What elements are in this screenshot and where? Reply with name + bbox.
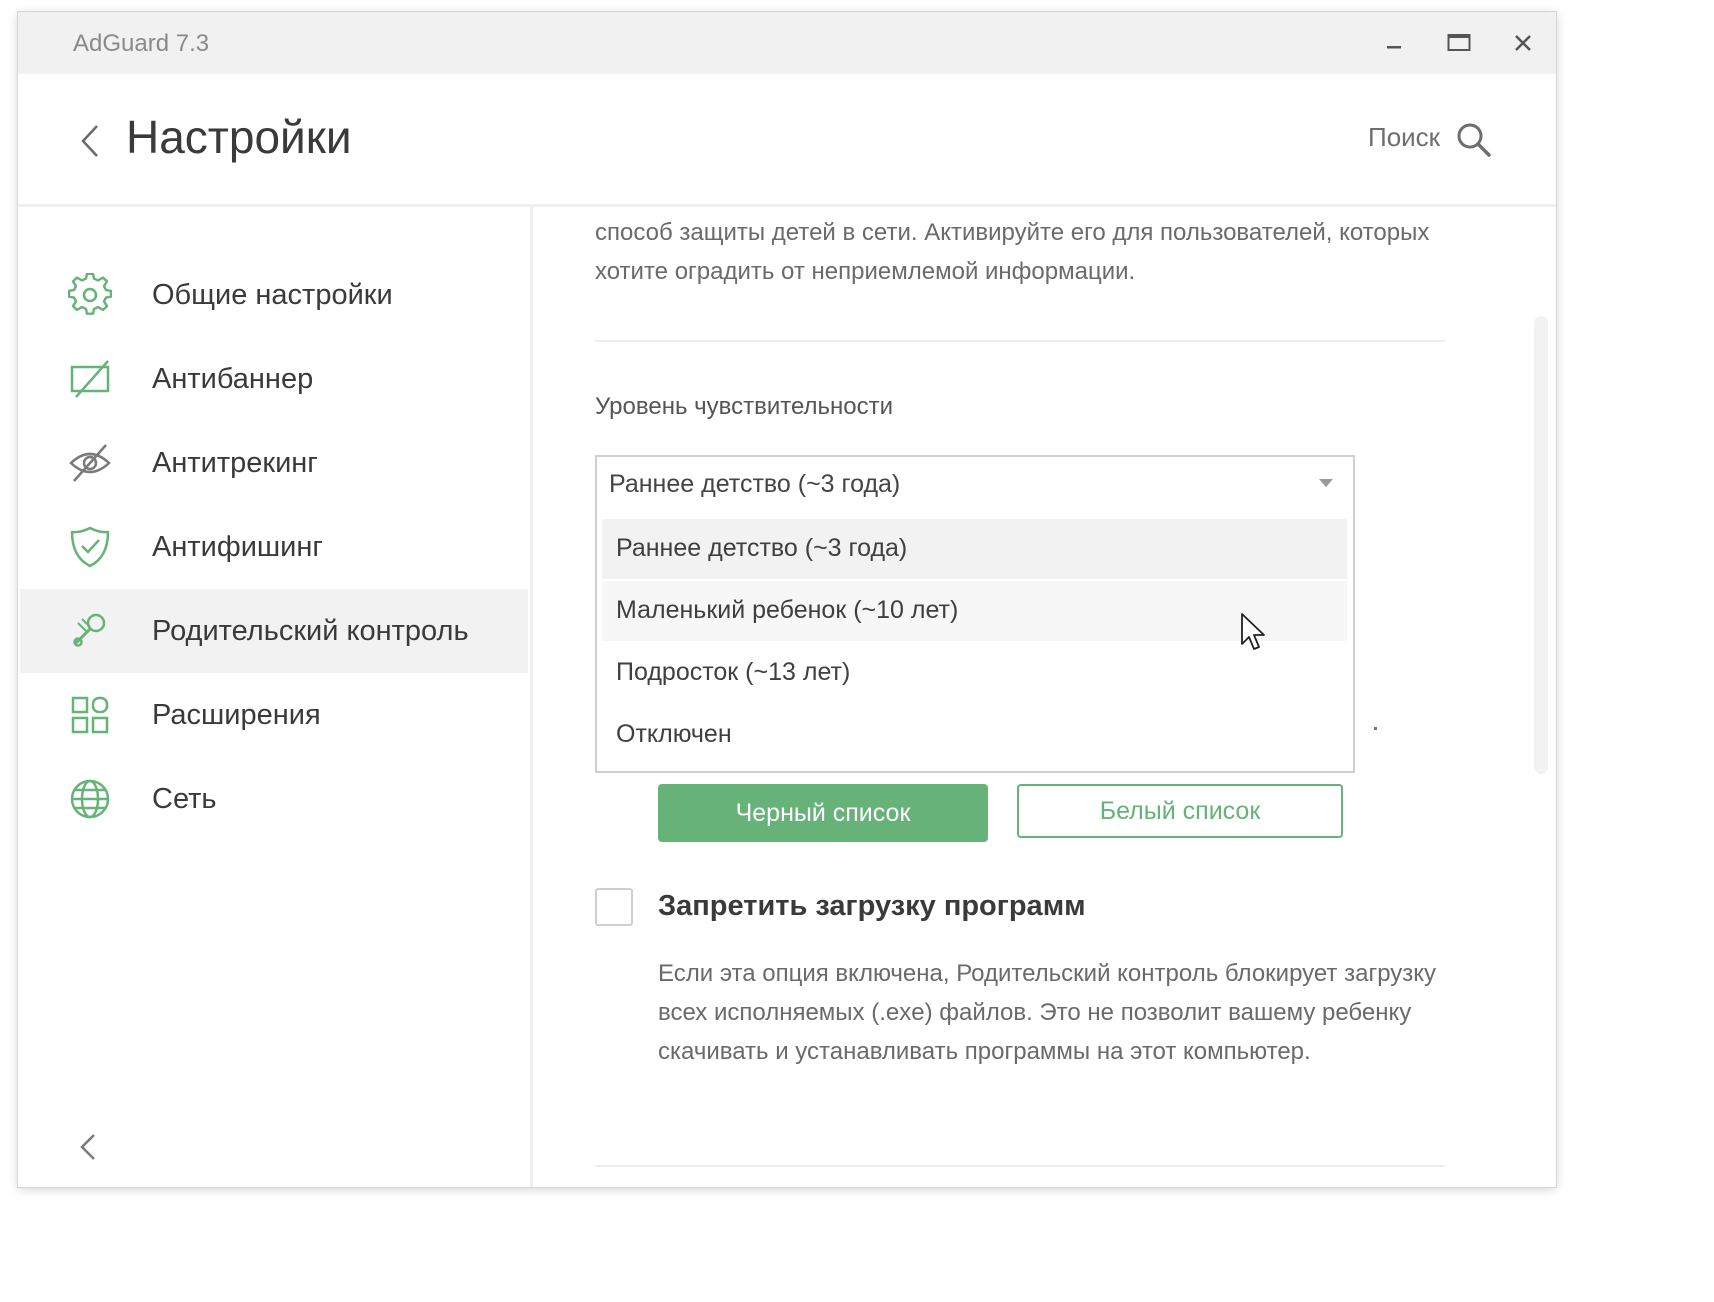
title-bar: AdGuard 7.3 [18,12,1556,74]
maximize-button[interactable] [1436,20,1482,66]
rattle-icon [73,613,106,647]
text-fragment [1374,727,1377,730]
block-downloads-checkbox[interactable] [595,888,633,926]
parental-control-intro: способ защиты детей в сети. Активируйте … [595,219,1430,285]
settings-content: способ защиты детей в сети. Активируйте … [533,207,1528,1187]
sidebar-item-antibanner[interactable]: Антибаннер [20,337,528,421]
sidebar-item-network[interactable]: Сеть [20,757,528,841]
search-label[interactable]: Поиск [1368,122,1440,153]
collapse-sidebar-icon[interactable] [74,1127,104,1167]
sidebar-item-label: Расширения [152,698,321,731]
divider [595,1165,1445,1167]
minimize-icon [1387,46,1401,49]
sensitivity-option[interactable]: Раннее детство (~3 года) [602,519,1347,579]
chevron-down-icon [1319,479,1333,487]
gear-icon [68,273,112,315]
page-header: Настройки Поиск [18,74,1556,207]
option-label: Маленький ребенок (~10 лет) [616,596,959,624]
option-label: Отключен [616,720,732,748]
search-icon[interactable] [1454,120,1494,160]
sidebar: Общие настройки Антибаннер Антитрекинг А… [18,207,533,1187]
shield-check-icon [70,526,110,568]
sidebar-item-parental-control[interactable]: Родительский контроль [20,589,528,673]
sidebar-item-antiphishing[interactable]: Антифишинг [20,505,528,589]
option-label: Подросток (~13 лет) [616,658,851,686]
minimize-button[interactable] [1371,20,1417,66]
sidebar-item-label: Сеть [152,782,217,815]
scrollbar-thumb[interactable] [1534,316,1548,774]
sidebar-item-antitracking[interactable]: Антитрекинг [20,421,528,505]
divider [595,340,1445,342]
sidebar-item-label: Антифишинг [152,530,323,563]
grid-icon [71,696,109,734]
sidebar-item-label: Родительский контроль [152,614,469,647]
sensitivity-option[interactable]: Подросток (~13 лет) [602,643,1347,703]
blacklist-button[interactable]: Черный список [658,784,988,842]
globe-icon [70,779,110,819]
chevron-left-icon [81,125,98,157]
app-window: AdGuard 7.3 Настройки Поиск Общие настро… [18,12,1556,1187]
sensitivity-option[interactable]: Маленький ребенок (~10 лет) [602,581,1347,641]
crossed-eye-icon [69,444,111,482]
block-downloads-description: Если эта опция включена, Родительский ко… [658,960,1437,1065]
sidebar-item-extensions[interactable]: Расширения [20,673,528,757]
sensitivity-selected-value: Раннее детство (~3 года) [609,470,901,498]
mouse-cursor-icon [1241,613,1265,650]
sidebar-item-label: Антитрекинг [152,446,318,479]
sidebar-item-general[interactable]: Общие настройки [20,253,528,337]
whitelist-button[interactable]: Белый список [1017,784,1343,838]
sensitivity-select[interactable]: Раннее детство (~3 года) [595,455,1355,515]
back-button[interactable] [70,116,110,166]
option-label: Раннее детство (~3 года) [616,534,908,562]
close-button[interactable] [1500,20,1546,66]
block-downloads-title: Запретить загрузку программ [658,890,1086,922]
app-title: AdGuard 7.3 [73,30,210,57]
close-icon [1515,35,1531,51]
crossed-screen-icon [70,360,110,398]
sidebar-item-label: Общие настройки [152,278,393,311]
sidebar-item-label: Антибаннер [152,362,314,395]
maximize-icon [1447,34,1471,51]
sensitivity-option[interactable]: Отключен [602,705,1347,765]
page-title: Настройки [126,111,352,163]
sensitivity-label: Уровень чувствительности [595,393,894,420]
